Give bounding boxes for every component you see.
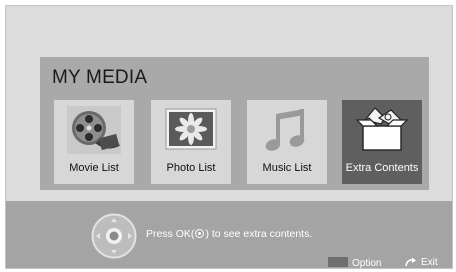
tile-label: Music List	[262, 162, 312, 174]
my-media-screen: MY MEDIA Movie List Photo List Music Lis…	[5, 5, 453, 269]
tile-photo-list[interactable]: Photo List	[151, 100, 231, 184]
music-note-icon	[265, 109, 305, 151]
ok-button-icon	[195, 229, 205, 238]
film-reel-icon	[67, 106, 121, 154]
page-title: MY MEDIA	[52, 67, 148, 88]
photo-flower-icon	[165, 108, 217, 150]
exit-label: Exit	[421, 257, 438, 268]
ok-hint: Press OK( ) to see extra contents.	[146, 228, 312, 240]
tile-movie-list[interactable]: Movie List	[54, 100, 134, 184]
hint-prefix: Press OK(	[146, 228, 195, 240]
tile-music-list[interactable]: Music List	[247, 100, 327, 184]
info-bar: Press OK( ) to see extra contents. Option…	[6, 201, 452, 269]
tile-label: Extra Contents	[345, 162, 419, 174]
hint-suffix: ) to see extra contents.	[205, 228, 313, 240]
option-swatch-icon	[328, 257, 348, 267]
extra-contents-box-icon	[355, 107, 409, 151]
tile-extra-contents[interactable]: Extra Contents	[342, 100, 422, 184]
my-media-panel: MY MEDIA Movie List Photo List Music Lis…	[40, 57, 429, 190]
back-arrow-icon	[405, 257, 416, 267]
option-button[interactable]: Option	[328, 257, 382, 269]
tile-label: Photo List	[166, 162, 216, 174]
tile-label: Movie List	[69, 162, 119, 174]
exit-button[interactable]: Exit	[404, 257, 438, 268]
navigation-dpad-icon	[91, 213, 137, 259]
option-label: Option	[352, 258, 382, 269]
